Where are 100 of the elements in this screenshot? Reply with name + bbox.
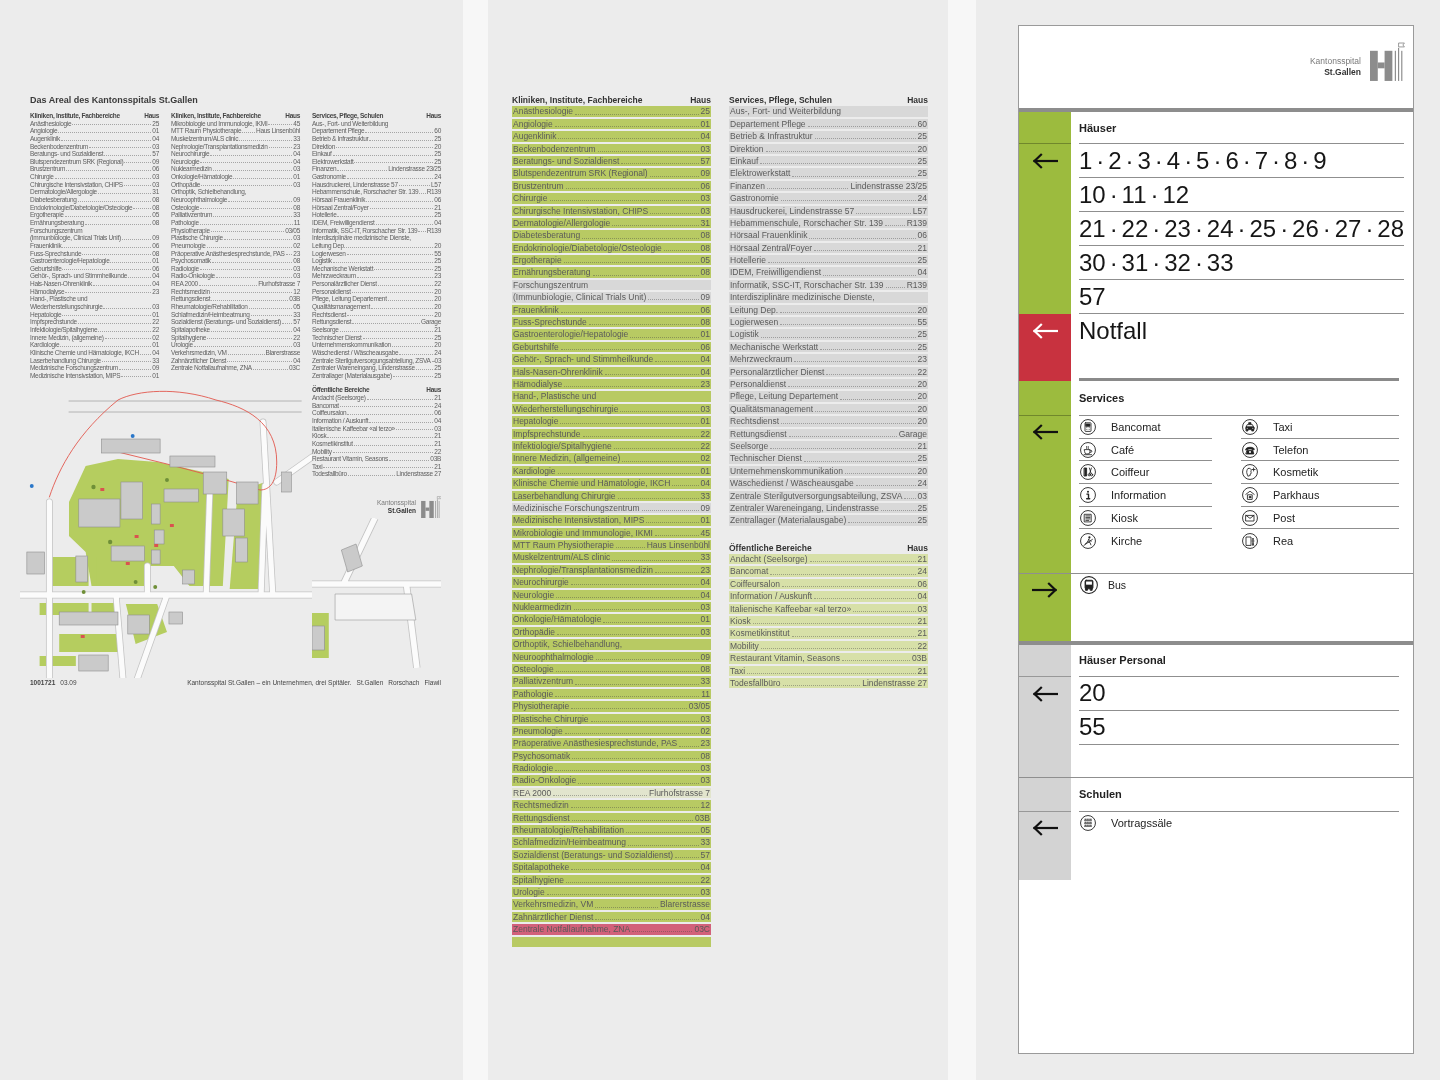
house-number: 03 [700,193,710,204]
house-number: 01 [700,515,710,526]
entry-name: Fuss-Sprechstunde [513,317,587,328]
entry-name: Zentrallager (Materialausgabe) [730,515,847,526]
person-icon [1080,532,1096,549]
house-number: 20 [917,391,927,402]
entry-name: Zahnärztlicher Dienst [513,911,594,923]
service-label: Kirche [1111,534,1143,547]
house-number: 04 [700,577,710,588]
house-number: 01 [700,465,710,477]
house-number: 25 [917,329,927,340]
house-number: 09 [700,168,710,179]
entry-name: Information / Auskunft [730,591,813,602]
entry-name: Mehrzweckraum [730,354,793,365]
house-number: 25 [700,106,710,117]
house-number: 57 [700,155,710,167]
entry-name: Endokrinologie/Diabetologie/Osteologie [513,242,662,254]
house-number: 06 [700,304,710,316]
poster-title: Das Areal des Kantonsspitals St.Gallen [30,95,198,106]
house-number: 21 [917,628,927,639]
house-number: 06 [917,230,927,241]
entry-name: Einkauf [730,155,759,167]
entry-name: Beratungs- und Sozialdienst [513,155,620,167]
entry-name: Dermatologie/Allergologie [513,217,611,229]
house-number: 25 [917,502,927,514]
entry-name: Psychosomatik [513,750,571,762]
entry-name: Palliativzentrum [513,676,573,687]
entry-name: Zentrale Sterilgutversorgungsabteilung, ZSVA [730,490,903,501]
house-number: 05 [700,255,710,266]
entry-name: Hand-, Plastische und [513,391,597,402]
house-number: 22 [917,366,927,377]
entry-name: Taxi [730,665,746,676]
section-heading: Services [1079,392,1125,404]
entry-name: Plastische Chirurgie [513,713,589,724]
house-number: 20 [917,403,927,415]
logo-name: Kantonsspital [1309,56,1361,67]
house-number: 12 [700,800,710,811]
house-number: 21 [917,665,927,676]
house-number: 21 [917,440,927,452]
house-number: 03 [700,602,710,613]
house-number: 24 [917,478,927,489]
entry-name: Innere Medizin, (allgemeine) [513,453,621,464]
entry-name: MTT Raum Physiotherapie [513,540,614,551]
destination-text: Notfall [1079,316,1148,346]
entry-name: Kardiologie [513,465,556,477]
entry-name: Verkehrsmedizin, VM [513,899,594,910]
entry-name: Impfsprechstunde [513,428,581,439]
entry-name: Seelsorge [730,440,769,452]
house-number: 31 [700,217,710,229]
service-label: Taxi [1273,420,1293,433]
destination-text: 30 · 31 · 32 · 33 [1079,247,1234,278]
entry-name: Osteologie [513,663,554,675]
house-number: Lindenstrasse 23/25 [850,180,927,192]
house-number: 03 [700,403,710,415]
house-number: 20 [917,416,927,427]
house-number: 01 [700,118,710,130]
entry-name: Muskelzentrum/ALS clinic [513,552,611,563]
face-sparkle-icon [1242,464,1258,481]
house-number: 23 [700,564,710,576]
destination-text: 1 · 2 · 3 · 4 · 5 · 6 · 7 · 8 · 9 [1079,145,1327,176]
section-heading: Häuser [1079,121,1117,134]
entry-name: Wäschedienst / Wäscheausgabe [730,478,854,489]
entry-name: Nephrologie/Transplantationsmedizin [513,564,653,576]
house-number: 11 [701,688,710,700]
house-number: 09 [700,651,710,662]
entry-name: Augenklinik [513,131,557,142]
entry-name: Rheumatologie/Rehabilitation [513,825,625,836]
entry-name: Hepatologie [513,416,559,427]
house-number: 08 [700,317,710,328]
logo-city: St.Gallen [1324,67,1361,78]
logo-icon [421,496,441,519]
entry-name: Onkologie/Hämatologie [513,614,602,625]
house-number: 22 [700,440,710,452]
entry-name: Laserbehandlung Chirurgie [513,490,616,501]
audience-icon [1080,815,1096,832]
entry-name: Gehör-, Sprach- und Stimmheilkunde [513,354,654,365]
house-number: 04 [700,366,710,377]
house-number: 33 [700,490,710,501]
entry-name: Mikrobiologie und Immunologie, IKMI [513,527,653,539]
entry-name: Pathologie [513,688,554,700]
house-number: 25 [917,155,927,167]
house-number: 03 [700,626,710,638]
house-icon [1242,486,1258,503]
house-number: 03 [700,763,710,774]
destination-text: 55 [1079,712,1106,743]
entry-name: Spitalhygiene [513,874,565,885]
service-label: Post [1273,511,1295,524]
house-number: 03/05 [688,701,710,712]
house-number: 25 [917,341,927,353]
entry-name: Mobility [730,640,759,652]
section-heading: Schulen [1079,788,1122,801]
scissors-icon [1080,464,1096,481]
house-number: 23 [917,354,927,365]
entry-name: Urologie [513,887,545,898]
entry-name: Unternehmenskommunikation [730,465,843,477]
house-number: 03 [700,775,710,786]
entry-name: Zentrale Notfallaufnahme, ZNA [513,924,631,935]
house-number: 03B [911,653,927,664]
entry-name: Betrieb & Infrastruktur [730,131,813,142]
telephone-icon [1242,441,1258,458]
